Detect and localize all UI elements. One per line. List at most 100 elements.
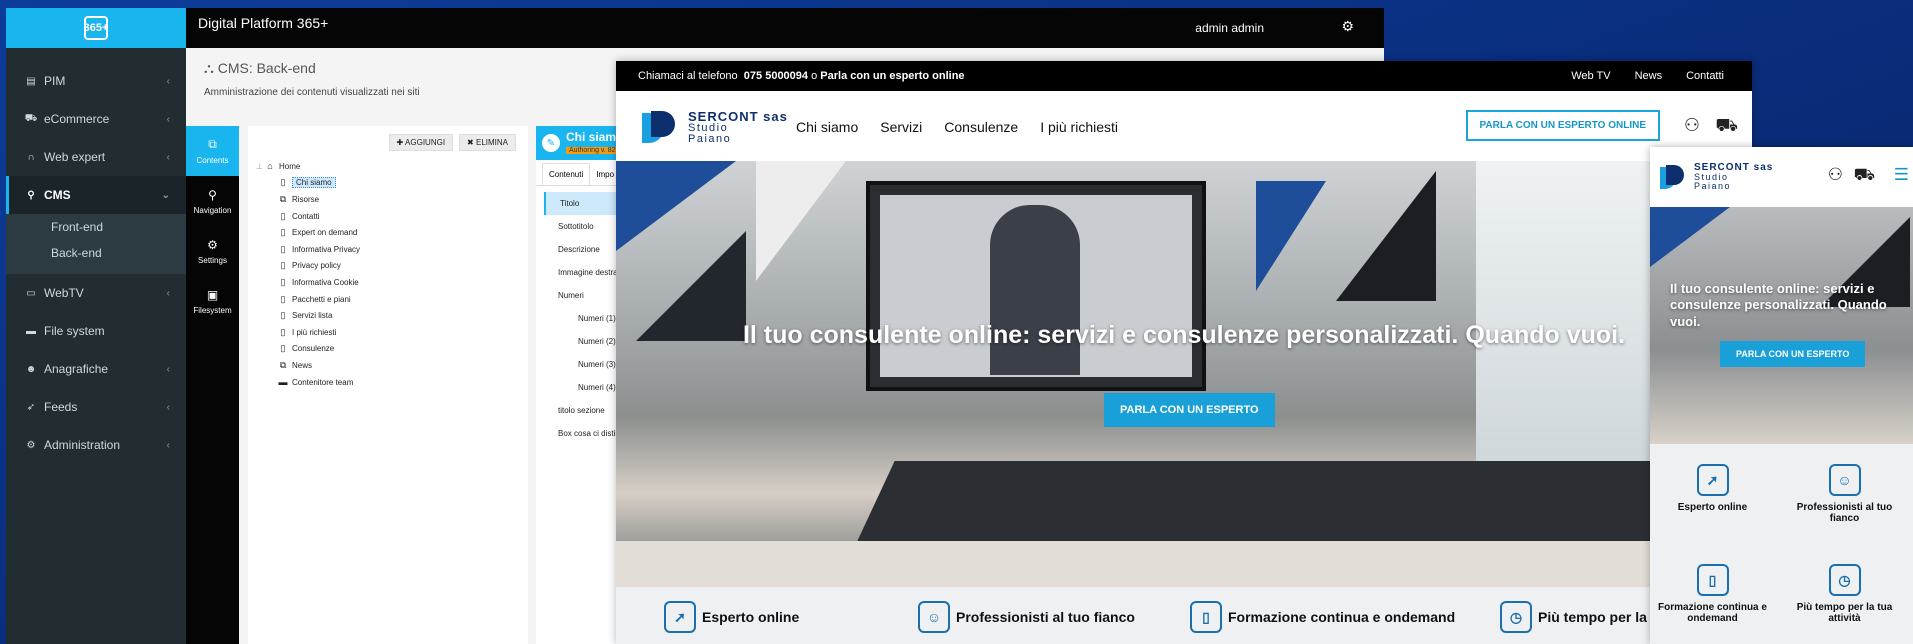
admin-logo[interactable]: 365+ <box>6 8 186 48</box>
site-topbar: Chiamaci al telefono 075 5000094 o Parla… <box>616 61 1752 91</box>
gear-icon: ⚙ <box>26 439 36 451</box>
team-icon: ☺ <box>918 601 950 633</box>
tree-node-home[interactable]: ⊥ ⌂ Home <box>256 158 360 175</box>
mobile-hero-title: Il tuo consulente online: servizi e cons… <box>1670 281 1887 329</box>
tree-node-team[interactable]: ▬ Contenitore team <box>256 374 360 391</box>
sidebar-item-file-system[interactable]: ▬ File system <box>6 312 186 350</box>
tab-contenuti[interactable]: Contenuti <box>542 163 591 185</box>
menu-servizi[interactable]: Servizi <box>880 119 922 135</box>
user-icon[interactable]: ⚇ <box>1828 165 1843 185</box>
sidebar-item-label: eCommerce <box>44 112 110 126</box>
tree-node-risorse[interactable]: ⧉ Risorse <box>256 191 360 208</box>
tree-node-label: Contatti <box>292 211 320 221</box>
sidebar-item-webtv[interactable]: ▭ WebTV ‹ <box>6 274 186 312</box>
sidebar-item-administration[interactable]: ⚙ Administration ‹ <box>6 426 186 464</box>
tree-node-servizi[interactable]: ▯ Servizi lista <box>256 307 360 324</box>
feature-label: Esperto online <box>702 609 800 625</box>
sidebar-item-cms[interactable]: ⚲ CMS ⌄ <box>6 176 186 214</box>
phone-link[interactable]: 075 5000094 <box>744 70 808 82</box>
hamburger-menu-icon[interactable]: ☰ <box>1894 165 1909 185</box>
tab-navigation[interactable]: ⚲ Navigation <box>186 176 239 226</box>
tree-node-label: Risorse <box>292 194 320 204</box>
site-logo[interactable]: SERCONT sas Studio Paiano <box>642 109 788 145</box>
tree-node-chi-siamo[interactable]: ▯ Chi siamo <box>256 175 360 192</box>
tree-node-privacy-policy[interactable]: ▯ Privacy policy <box>256 258 360 275</box>
link-webtv[interactable]: Web TV <box>1571 70 1610 82</box>
sidebar-item-pim[interactable]: ▤ PIM ‹ <box>6 62 186 100</box>
link-news[interactable]: News <box>1635 70 1663 82</box>
tree-node-piu-richiesti[interactable]: ▯ I più richiesti <box>256 324 360 341</box>
expert-link[interactable]: Parla con un esperto online <box>820 70 964 82</box>
expert-online-button[interactable]: PARLA CON UN ESPERTO ONLINE <box>1465 110 1660 141</box>
main-menu: Chi siamo Servizi Consulenze I più richi… <box>796 119 1118 135</box>
menu-consulenze[interactable]: Consulenze <box>944 119 1018 135</box>
mobile-logo[interactable]: SERCONT sas Studio Paiano <box>1660 163 1773 191</box>
tree-node-contatti[interactable]: ▯ Contatti <box>256 208 360 225</box>
page-icon: ▯ <box>280 243 286 254</box>
delete-button[interactable]: ✖ ELIMINA <box>459 134 516 151</box>
tree-node-cookie[interactable]: ▯ Informativa Cookie <box>256 274 360 291</box>
hero-cta-button[interactable]: PARLA CON UN ESPERTO <box>1104 393 1275 427</box>
tree-node-expert[interactable]: ▯ Expert on demand <box>256 224 360 241</box>
clock-icon: ◷ <box>1828 564 1861 596</box>
list-icon: ▤ <box>26 75 36 87</box>
tab-contents[interactable]: ⧉ Contents <box>186 126 239 176</box>
link-contatti[interactable]: Contatti <box>1686 70 1724 82</box>
cart-icon[interactable]: ⛟ <box>1854 165 1875 187</box>
contact-line: Chiamaci al telefono 075 5000094 o Parla… <box>638 70 965 82</box>
pages-icon: ⧉ <box>208 137 217 151</box>
cart-icon[interactable]: ⛟ <box>1715 115 1738 139</box>
feature-tempo[interactable]: ◷ Più tempo per la tua attività <box>1782 544 1907 640</box>
chevron-left-icon: ‹ <box>166 401 170 413</box>
mobile-feature-grid: ➚ Esperto online ☺ Professionisti al tuo f… <box>1650 444 1913 644</box>
delete-button-label: ELIMINA <box>475 138 508 147</box>
tab-label: Navigation <box>193 205 232 215</box>
user-menu[interactable]: admin admin <box>1195 21 1264 35</box>
mobile-book-icon: ▯ <box>1190 601 1222 633</box>
page-icon: ▯ <box>280 177 286 188</box>
logo-text: SERCONT sas Studio Paiano <box>1694 163 1773 191</box>
tree-node-pacchetti[interactable]: ▯ Pacchetti e piani <box>256 291 360 308</box>
sidebar-item-anagrafiche[interactable]: ☻ Anagrafiche ‹ <box>6 350 186 388</box>
menu-piu-richiesti[interactable]: I più richiesti <box>1040 119 1118 135</box>
sidebar-item-web-expert[interactable]: ∩ Web expert ‹ <box>6 138 186 176</box>
tree-node-news[interactable]: ⧉ News <box>256 357 360 374</box>
vertical-tabs: ⧉ Contents ⚲ Navigation ⚙ Settings ▣ Filesys… <box>186 126 239 644</box>
page-icon: ▯ <box>280 326 286 337</box>
mobile-hero-cta-button[interactable]: PARLA CON UN ESPERTO <box>1720 341 1866 367</box>
team-icon: ☺ <box>1828 464 1861 496</box>
page-title-text: CMS: Back-end <box>217 60 316 76</box>
tab-settings[interactable]: ⚙ Settings <box>186 226 239 276</box>
tree-toggle[interactable]: ⊥ <box>256 162 263 171</box>
acoustic-panel <box>1256 181 1326 291</box>
contact-or: o <box>811 70 818 82</box>
feature-formazione[interactable]: ▯ Formazione continua e ondemand <box>1190 601 1455 633</box>
add-button[interactable]: ✚ AGGIUNGI <box>388 134 454 151</box>
tree-node-consulenze[interactable]: ▯ Consulenze <box>256 341 360 358</box>
gear-icon[interactable]: ⚙ <box>1341 18 1354 35</box>
user-icon[interactable]: ⚇ <box>1684 115 1700 136</box>
sidebar-subitem-front-end[interactable]: Front-end <box>6 214 186 240</box>
sidebar-item-feeds[interactable]: ➶ Feeds ‹ <box>6 388 186 426</box>
feature-label: Esperto online <box>1677 502 1748 513</box>
page-subtitle: Amministrazione dei contenuti visualizza… <box>204 87 420 98</box>
contact-prefix: Chiamaci al telefono <box>638 70 738 82</box>
feature-professionisti[interactable]: ☺ Professionisti al tuo fianco <box>918 601 1135 633</box>
logo-line-2: Studio <box>688 121 729 134</box>
feature-esperto[interactable]: ➚ Esperto online <box>664 601 799 633</box>
headset-icon: ∩ <box>27 151 35 163</box>
tree-node-label: Informativa Cookie <box>292 277 359 287</box>
tab-filesystem[interactable]: ▣ Filesystem <box>186 276 239 326</box>
feature-professionisti[interactable]: ☺ Professionisti al tuo fianco <box>1782 444 1907 540</box>
chevron-left-icon: ‹ <box>166 439 170 451</box>
tree-node-privacy-info[interactable]: ▯ Informativa Privacy <box>256 241 361 258</box>
home-icon: ⌂ <box>267 161 273 172</box>
field-titolo[interactable]: Titolo <box>544 192 624 215</box>
monitor-icon: ▭ <box>26 287 36 299</box>
feature-formazione[interactable]: ▯ Formazione continua e ondemand <box>1650 544 1775 640</box>
menu-chi-siamo[interactable]: Chi siamo <box>796 119 858 135</box>
sidebar-subitem-back-end[interactable]: Back-end <box>6 240 186 266</box>
sidebar-item-ecommerce[interactable]: ⛟ eCommerce ‹ <box>6 100 186 138</box>
feature-esperto[interactable]: ➚ Esperto online <box>1650 444 1775 540</box>
cart-icon: ⛟ <box>24 112 38 124</box>
